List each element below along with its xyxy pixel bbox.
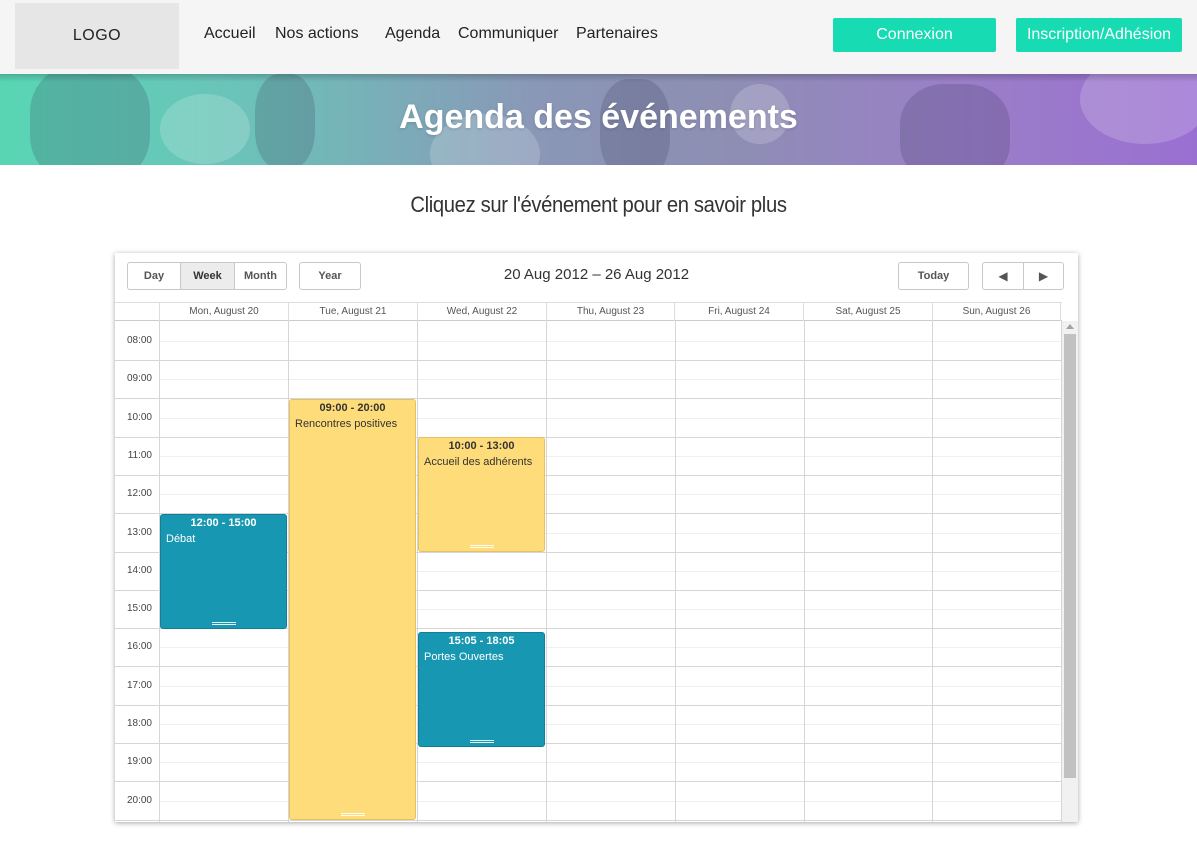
time-label: 19:00 — [126, 756, 152, 767]
nav-item-partenaires[interactable]: Partenaires — [576, 25, 658, 43]
day-column-divider — [804, 321, 805, 822]
day-header-fri[interactable]: Fri, August 24 — [674, 303, 803, 321]
half-hour-line — [159, 341, 1062, 342]
view-year-button[interactable]: Year — [299, 262, 361, 290]
view-week-button[interactable]: Week — [180, 262, 235, 290]
event-title: Débat — [166, 533, 196, 545]
day-header-mon[interactable]: Mon, August 20 — [159, 303, 288, 321]
time-label: 16:00 — [126, 641, 152, 652]
event-time: 10:00 - 13:00 — [448, 440, 515, 452]
day-column-divider — [675, 321, 676, 822]
time-label: 18:00 — [126, 718, 152, 729]
hour-line — [115, 666, 1062, 667]
half-hour-line — [159, 379, 1062, 380]
time-label: 17:00 — [126, 680, 152, 691]
hour-line — [115, 781, 1062, 782]
page-title: Agenda des événements — [399, 98, 798, 136]
hour-line — [115, 820, 1062, 821]
time-label: 13:00 — [126, 527, 152, 538]
day-header-sun[interactable]: Sun, August 26 — [932, 303, 1061, 321]
event-title: Portes Ouvertes — [424, 651, 504, 663]
view-day-button[interactable]: Day — [127, 262, 181, 290]
time-label: 14:00 — [126, 565, 152, 576]
today-button[interactable]: Today — [898, 262, 969, 290]
resize-handle-icon[interactable] — [211, 622, 236, 625]
signup-button[interactable]: Inscription/Adhésion — [1016, 18, 1182, 52]
day-header-tue[interactable]: Tue, August 21 — [288, 303, 417, 321]
vertical-scrollbar[interactable] — [1062, 321, 1078, 822]
day-column-divider — [546, 321, 547, 822]
hour-line — [115, 475, 1062, 476]
hour-line — [115, 360, 1062, 361]
time-label: 08:00 — [126, 335, 152, 346]
event-title: Accueil des adhérents — [424, 456, 533, 468]
logo[interactable]: LOGO — [15, 3, 179, 69]
next-week-button[interactable]: ▶ — [1023, 262, 1064, 290]
calendar-event[interactable]: 10:00 - 13:00 Accueil des adhérents — [418, 437, 545, 552]
header-shadow — [0, 74, 1197, 82]
previous-week-button[interactable]: ◀ — [982, 262, 1024, 290]
nav-item-agenda[interactable]: Agenda — [385, 25, 440, 43]
hour-line — [115, 743, 1062, 744]
nav-item-nos-actions[interactable]: Nos actions — [275, 25, 359, 43]
top-navigation-bar: LOGO Accueil Nos actions Agenda Communiq… — [0, 0, 1197, 74]
event-time: 15:05 - 18:05 — [448, 635, 515, 647]
day-header-sat[interactable]: Sat, August 25 — [803, 303, 932, 321]
week-time-grid[interactable]: 08:00 09:00 10:00 11:00 12:00 13:00 14:00 15:00… — [115, 321, 1062, 822]
hour-line — [115, 437, 1062, 438]
time-label: 10:00 — [126, 412, 152, 423]
nav-item-accueil[interactable]: Accueil — [204, 25, 256, 43]
nav-item-communiquer[interactable]: Communiquer — [458, 25, 558, 43]
day-column-divider — [417, 321, 418, 822]
view-month-button[interactable]: Month — [234, 262, 287, 290]
scrollbar-thumb[interactable] — [1064, 334, 1076, 778]
calendar-event[interactable]: 09:00 - 20:00 Rencontres positives — [289, 399, 416, 820]
resize-handle-icon[interactable] — [469, 545, 494, 548]
time-label: 11:00 — [127, 450, 152, 461]
hour-line — [115, 705, 1062, 706]
time-label: 20:00 — [126, 795, 152, 806]
arrow-right-icon: ▶ — [1038, 269, 1049, 283]
calendar-event[interactable]: 15:05 - 18:05 Portes Ouvertes — [418, 632, 545, 747]
day-column-divider — [932, 321, 933, 822]
resize-handle-icon[interactable] — [340, 813, 365, 816]
login-button[interactable]: Connexion — [833, 18, 996, 52]
scroll-up-arrow-icon[interactable] — [1066, 324, 1074, 329]
day-header-row: Mon, August 20 Tue, August 21 Wed, Augus… — [115, 302, 1062, 321]
page-banner: Agenda des événements — [0, 74, 1197, 165]
arrow-left-icon: ◀ — [998, 269, 1008, 283]
intro-text: Cliquez sur l'événement pour en savoir p… — [410, 192, 787, 217]
resize-handle-icon[interactable] — [469, 740, 494, 743]
event-title: Rencontres positives — [295, 418, 398, 430]
time-label: 09:00 — [126, 373, 152, 384]
time-label: 12:00 — [126, 488, 152, 499]
day-header-thu[interactable]: Thu, August 23 — [546, 303, 674, 321]
event-time: 12:00 - 15:00 — [190, 517, 257, 529]
calendar-event[interactable]: 12:00 - 15:00 Débat — [160, 514, 287, 629]
day-header-wed[interactable]: Wed, August 22 — [417, 303, 546, 321]
hour-line — [115, 398, 1062, 399]
event-time: 09:00 - 20:00 — [319, 402, 386, 414]
calendar-widget: Day Week Month Year 20 Aug 2012 – 26 Aug… — [115, 253, 1078, 822]
time-label: 15:00 — [126, 603, 152, 614]
